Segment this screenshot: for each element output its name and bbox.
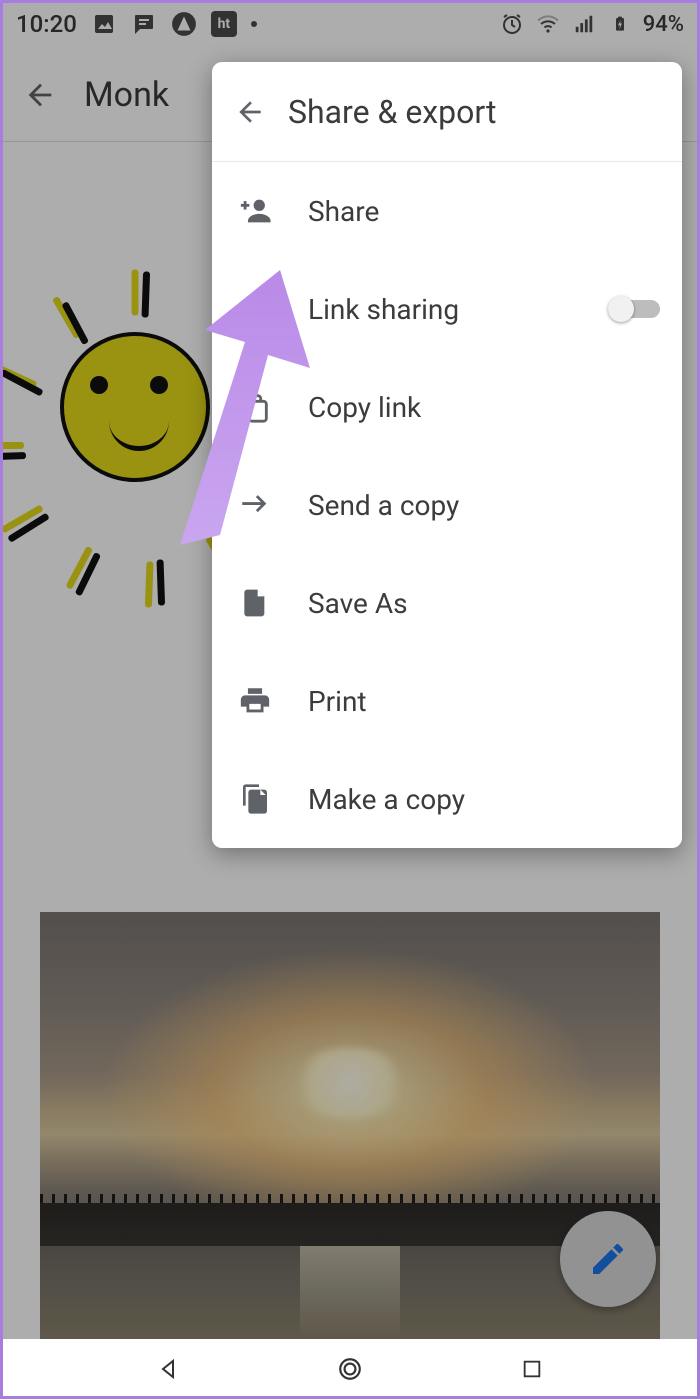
- link-icon: [234, 288, 276, 330]
- menu-item-label: Share: [308, 195, 660, 228]
- menu-item-print[interactable]: Print: [212, 652, 682, 750]
- send-icon: [234, 484, 276, 526]
- menu-item-link-sharing[interactable]: Link sharing: [212, 260, 682, 358]
- menu-title: Share & export: [288, 93, 496, 131]
- share-export-menu: Share & export Share Link sharing Copy l…: [212, 62, 682, 848]
- menu-item-copy-link[interactable]: Copy link: [212, 358, 682, 456]
- duplicate-icon: [234, 778, 276, 820]
- nav-recent-button[interactable]: [519, 1356, 545, 1382]
- menu-item-label: Print: [308, 685, 660, 718]
- file-icon: [234, 582, 276, 624]
- menu-item-share[interactable]: Share: [212, 162, 682, 260]
- menu-back-button[interactable]: [230, 92, 270, 132]
- nav-bar: [0, 1339, 700, 1399]
- person-add-icon: [234, 190, 276, 232]
- menu-item-label: Make a copy: [308, 783, 660, 816]
- menu-item-label: Copy link: [308, 391, 660, 424]
- menu-item-label: Send a copy: [308, 489, 660, 522]
- menu-item-label: Link sharing: [308, 293, 608, 326]
- nav-back-button[interactable]: [156, 1356, 182, 1382]
- print-icon: [234, 680, 276, 722]
- link-sharing-toggle[interactable]: [608, 296, 660, 322]
- menu-item-make-copy[interactable]: Make a copy: [212, 750, 682, 848]
- copy-link-icon: [234, 386, 276, 428]
- menu-item-save-as[interactable]: Save As: [212, 554, 682, 652]
- menu-header: Share & export: [212, 62, 682, 162]
- menu-item-label: Save As: [308, 587, 660, 620]
- nav-home-button[interactable]: [337, 1356, 363, 1382]
- menu-item-send-copy[interactable]: Send a copy: [212, 456, 682, 554]
